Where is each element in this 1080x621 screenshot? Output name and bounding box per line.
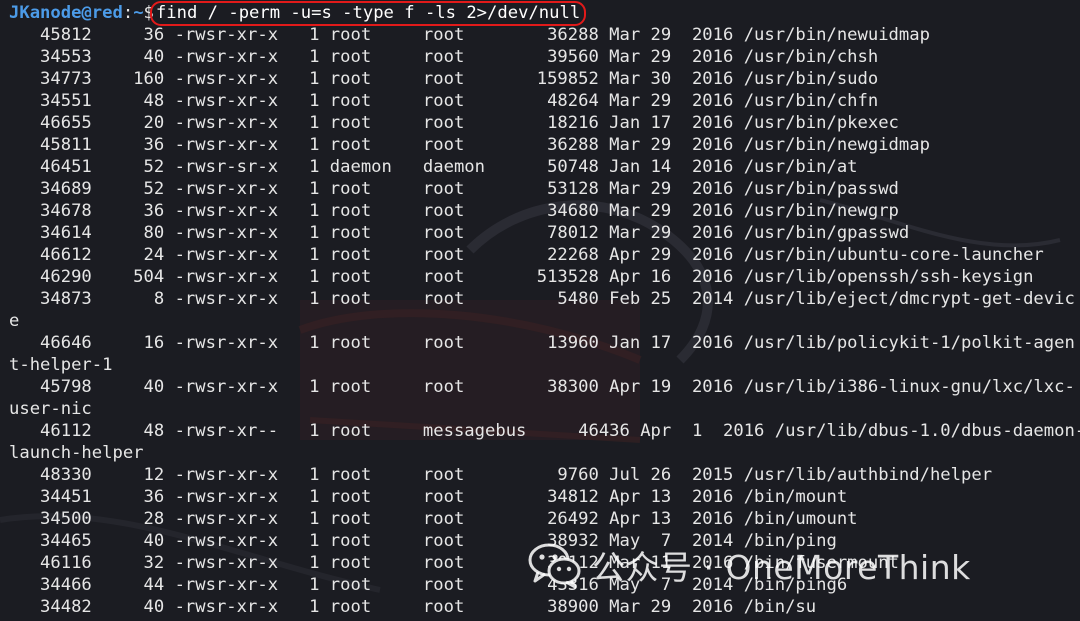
output-line: 34614 80 -rwsr-xr-x 1 root root 78012 Ma… [9,223,910,243]
command-output: 45812 36 -rwsr-xr-x 1 root root 36288 Ma… [9,24,1080,618]
output-line: 34773 160 -rwsr-xr-x 1 root root 159852 … [9,69,879,89]
output-line: 46451 52 -rwsr-sr-x 1 daemon daemon 5074… [9,157,858,177]
output-line: 46612 24 -rwsr-xr-x 1 root root 22268 Ap… [9,245,1044,265]
output-line: 45811 36 -rwsr-xr-x 1 root root 36288 Ma… [9,135,930,155]
output-line: 45798 40 -rwsr-xr-x 1 root root 38300 Ap… [9,377,1075,397]
output-line: 34451 36 -rwsr-xr-x 1 root root 34812 Ap… [9,487,848,507]
output-line: 46655 20 -rwsr-xr-x 1 root root 18216 Ja… [9,113,899,133]
output-line: launch-helper [9,443,144,463]
terminal-output[interactable]: JKanode@red:~$ find / -perm -u=s -type f … [9,1,1080,618]
output-line: 34553 40 -rwsr-xr-x 1 root root 39560 Ma… [9,47,879,67]
prompt-path: ~ [133,3,144,23]
output-line: 34482 40 -rwsr-xr-x 1 root root 38900 Ma… [9,597,817,617]
output-line: 34465 40 -rwsr-xr-x 1 root root 38932 Ma… [9,531,837,551]
output-line: 46112 48 -rwsr-xr-- 1 root messagebus 46… [9,421,1080,441]
prompt-user-host: JKanode@red [9,3,123,23]
command-text: find / -perm -u=s -type f -ls 2>/dev/nul… [149,1,587,26]
terminal-window[interactable]: JKanode@red:~$ find / -perm -u=s -type f … [0,0,1080,621]
output-line: 34500 28 -rwsr-xr-x 1 root root 26492 Ap… [9,509,858,529]
output-line: 46116 32 -rwsr-xr-x 1 root root 30112 Ma… [9,553,899,573]
output-line: 46646 16 -rwsr-xr-x 1 root root 13960 Ja… [9,333,1075,353]
output-line: 48330 12 -rwsr-xr-x 1 root root 9760 Jul… [9,465,993,485]
prompt-line: JKanode@red:~$ find / -perm -u=s -type f … [9,1,1074,26]
output-line: 34551 48 -rwsr-xr-x 1 root root 48264 Ma… [9,91,879,111]
output-line: 45812 36 -rwsr-xr-x 1 root root 36288 Ma… [9,25,930,45]
output-line: 34678 36 -rwsr-xr-x 1 root root 34680 Ma… [9,201,899,221]
output-line: 34873 8 -rwsr-xr-x 1 root root 5480 Feb … [9,289,1075,309]
output-line: 46290 504 -rwsr-xr-x 1 root root 513528 … [9,267,1034,287]
output-line: t-helper-1 [9,355,113,375]
output-line: user-nic [9,399,92,419]
prompt-separator: : [122,3,134,23]
output-line: 34689 52 -rwsr-xr-x 1 root root 53128 Ma… [9,179,899,199]
output-line: e [9,311,20,331]
output-line: 34466 44 -rwsr-xr-x 1 root root 43316 Ma… [9,575,848,595]
